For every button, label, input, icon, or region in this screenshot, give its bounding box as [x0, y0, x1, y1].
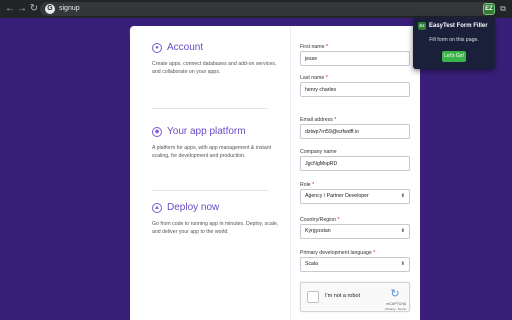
select-caret-icon: ⬍ — [400, 228, 405, 234]
language-select[interactable]: Scala ⬍ — [300, 257, 410, 272]
divider — [152, 108, 268, 109]
recaptcha-logo-icon: ↻ — [390, 288, 400, 300]
info-card: ● Account Create apps, connect databases… — [130, 26, 290, 320]
country-selected-value: Kyrgyzstan — [305, 228, 331, 234]
info-section-platform: ◆ Your app platform A platform for apps,… — [152, 126, 282, 160]
country-select[interactable]: Kyrgyzstan ⬍ — [300, 224, 410, 239]
last-name-field: Last name * — [300, 74, 410, 97]
role-selected-value: Agency / Partner Developer — [305, 193, 369, 199]
email-field: Email address * — [300, 116, 410, 139]
language-label: Primary development language — [300, 250, 372, 256]
info-title-deploy: Deploy now — [167, 202, 220, 213]
recaptcha-links[interactable]: Privacy - Terms — [385, 307, 406, 311]
signup-form: First name * Last name * Email address *… — [290, 26, 420, 320]
required-marker: * — [312, 182, 315, 188]
info-desc-account: Create apps, connect databases and add-o… — [152, 61, 277, 75]
popup-subtitle: Fill form on this page. — [429, 37, 479, 43]
company-field: Company name — [300, 148, 410, 171]
easytest-logo-icon: EZ — [418, 22, 426, 30]
info-title-platform: Your app platform — [167, 126, 246, 137]
deploy-icon: ▲ — [152, 202, 162, 213]
info-section-account: ● Account Create apps, connect databases… — [152, 42, 282, 76]
required-marker: * — [373, 250, 376, 256]
email-input[interactable] — [300, 124, 410, 139]
site-icon: G — [45, 4, 55, 14]
divider — [152, 190, 268, 191]
required-marker: * — [337, 217, 340, 223]
easytest-popup: EZ EasyTest Form Filler Fill form on thi… — [413, 17, 495, 69]
last-name-label: Last name — [300, 75, 325, 81]
user-icon: ● — [152, 42, 162, 53]
popup-title: EasyTest Form Filler — [429, 23, 488, 29]
country-field: Country/Region * Kyrgyzstan ⬍ — [300, 216, 410, 239]
info-section-deploy: ▲ Deploy now Go from code to running app… — [152, 202, 282, 236]
role-label: Role — [300, 182, 311, 188]
role-select[interactable]: Agency / Partner Developer ⬍ — [300, 189, 410, 204]
first-name-label: First name — [300, 44, 325, 50]
required-marker: * — [325, 44, 328, 50]
forward-icon[interactable]: → — [16, 3, 28, 15]
info-desc-deploy: Go from code to running app in minutes. … — [152, 221, 279, 235]
address-bar[interactable]: G signup — [40, 2, 492, 16]
recaptcha-brand: reCAPTCHA — [386, 302, 406, 306]
easytest-extension-icon[interactable]: EZ — [483, 3, 495, 15]
language-selected-value: Scala — [305, 261, 318, 267]
first-name-input[interactable] — [300, 51, 410, 66]
country-label: Country/Region — [300, 217, 337, 223]
required-marker: * — [325, 75, 328, 81]
required-marker: * — [334, 117, 337, 123]
language-field: Primary development language * Scala ⬍ — [300, 249, 410, 272]
platform-icon: ◆ — [152, 126, 162, 137]
select-caret-icon: ⬍ — [400, 193, 405, 199]
select-caret-icon: ⬍ — [400, 261, 405, 267]
browser-toolbar: ← → ↻ G signup EZ ⧉ — [0, 0, 512, 18]
recaptcha-label: I'm not a robot — [325, 293, 360, 299]
info-title-account: Account — [167, 42, 204, 53]
recaptcha-checkbox[interactable] — [307, 291, 319, 303]
company-input[interactable] — [300, 156, 410, 171]
company-label: Company name — [300, 149, 337, 155]
last-name-input[interactable] — [300, 82, 410, 97]
address-url[interactable]: signup — [59, 4, 80, 14]
recaptcha-widget: I'm not a robot ↻ reCAPTCHA Privacy - Te… — [300, 282, 410, 312]
role-field: Role * Agency / Partner Developer ⬍ — [300, 181, 410, 204]
info-desc-platform: A platform for apps, with app management… — [152, 145, 272, 159]
email-label: Email address — [300, 117, 333, 123]
lets-go-button[interactable]: Let's Go! — [442, 51, 466, 62]
reload-icon[interactable]: ↻ — [28, 3, 40, 15]
extensions-puzzle-icon[interactable]: ⧉ — [498, 4, 508, 14]
back-icon[interactable]: ← — [4, 3, 16, 15]
first-name-field: First name * — [300, 43, 410, 66]
